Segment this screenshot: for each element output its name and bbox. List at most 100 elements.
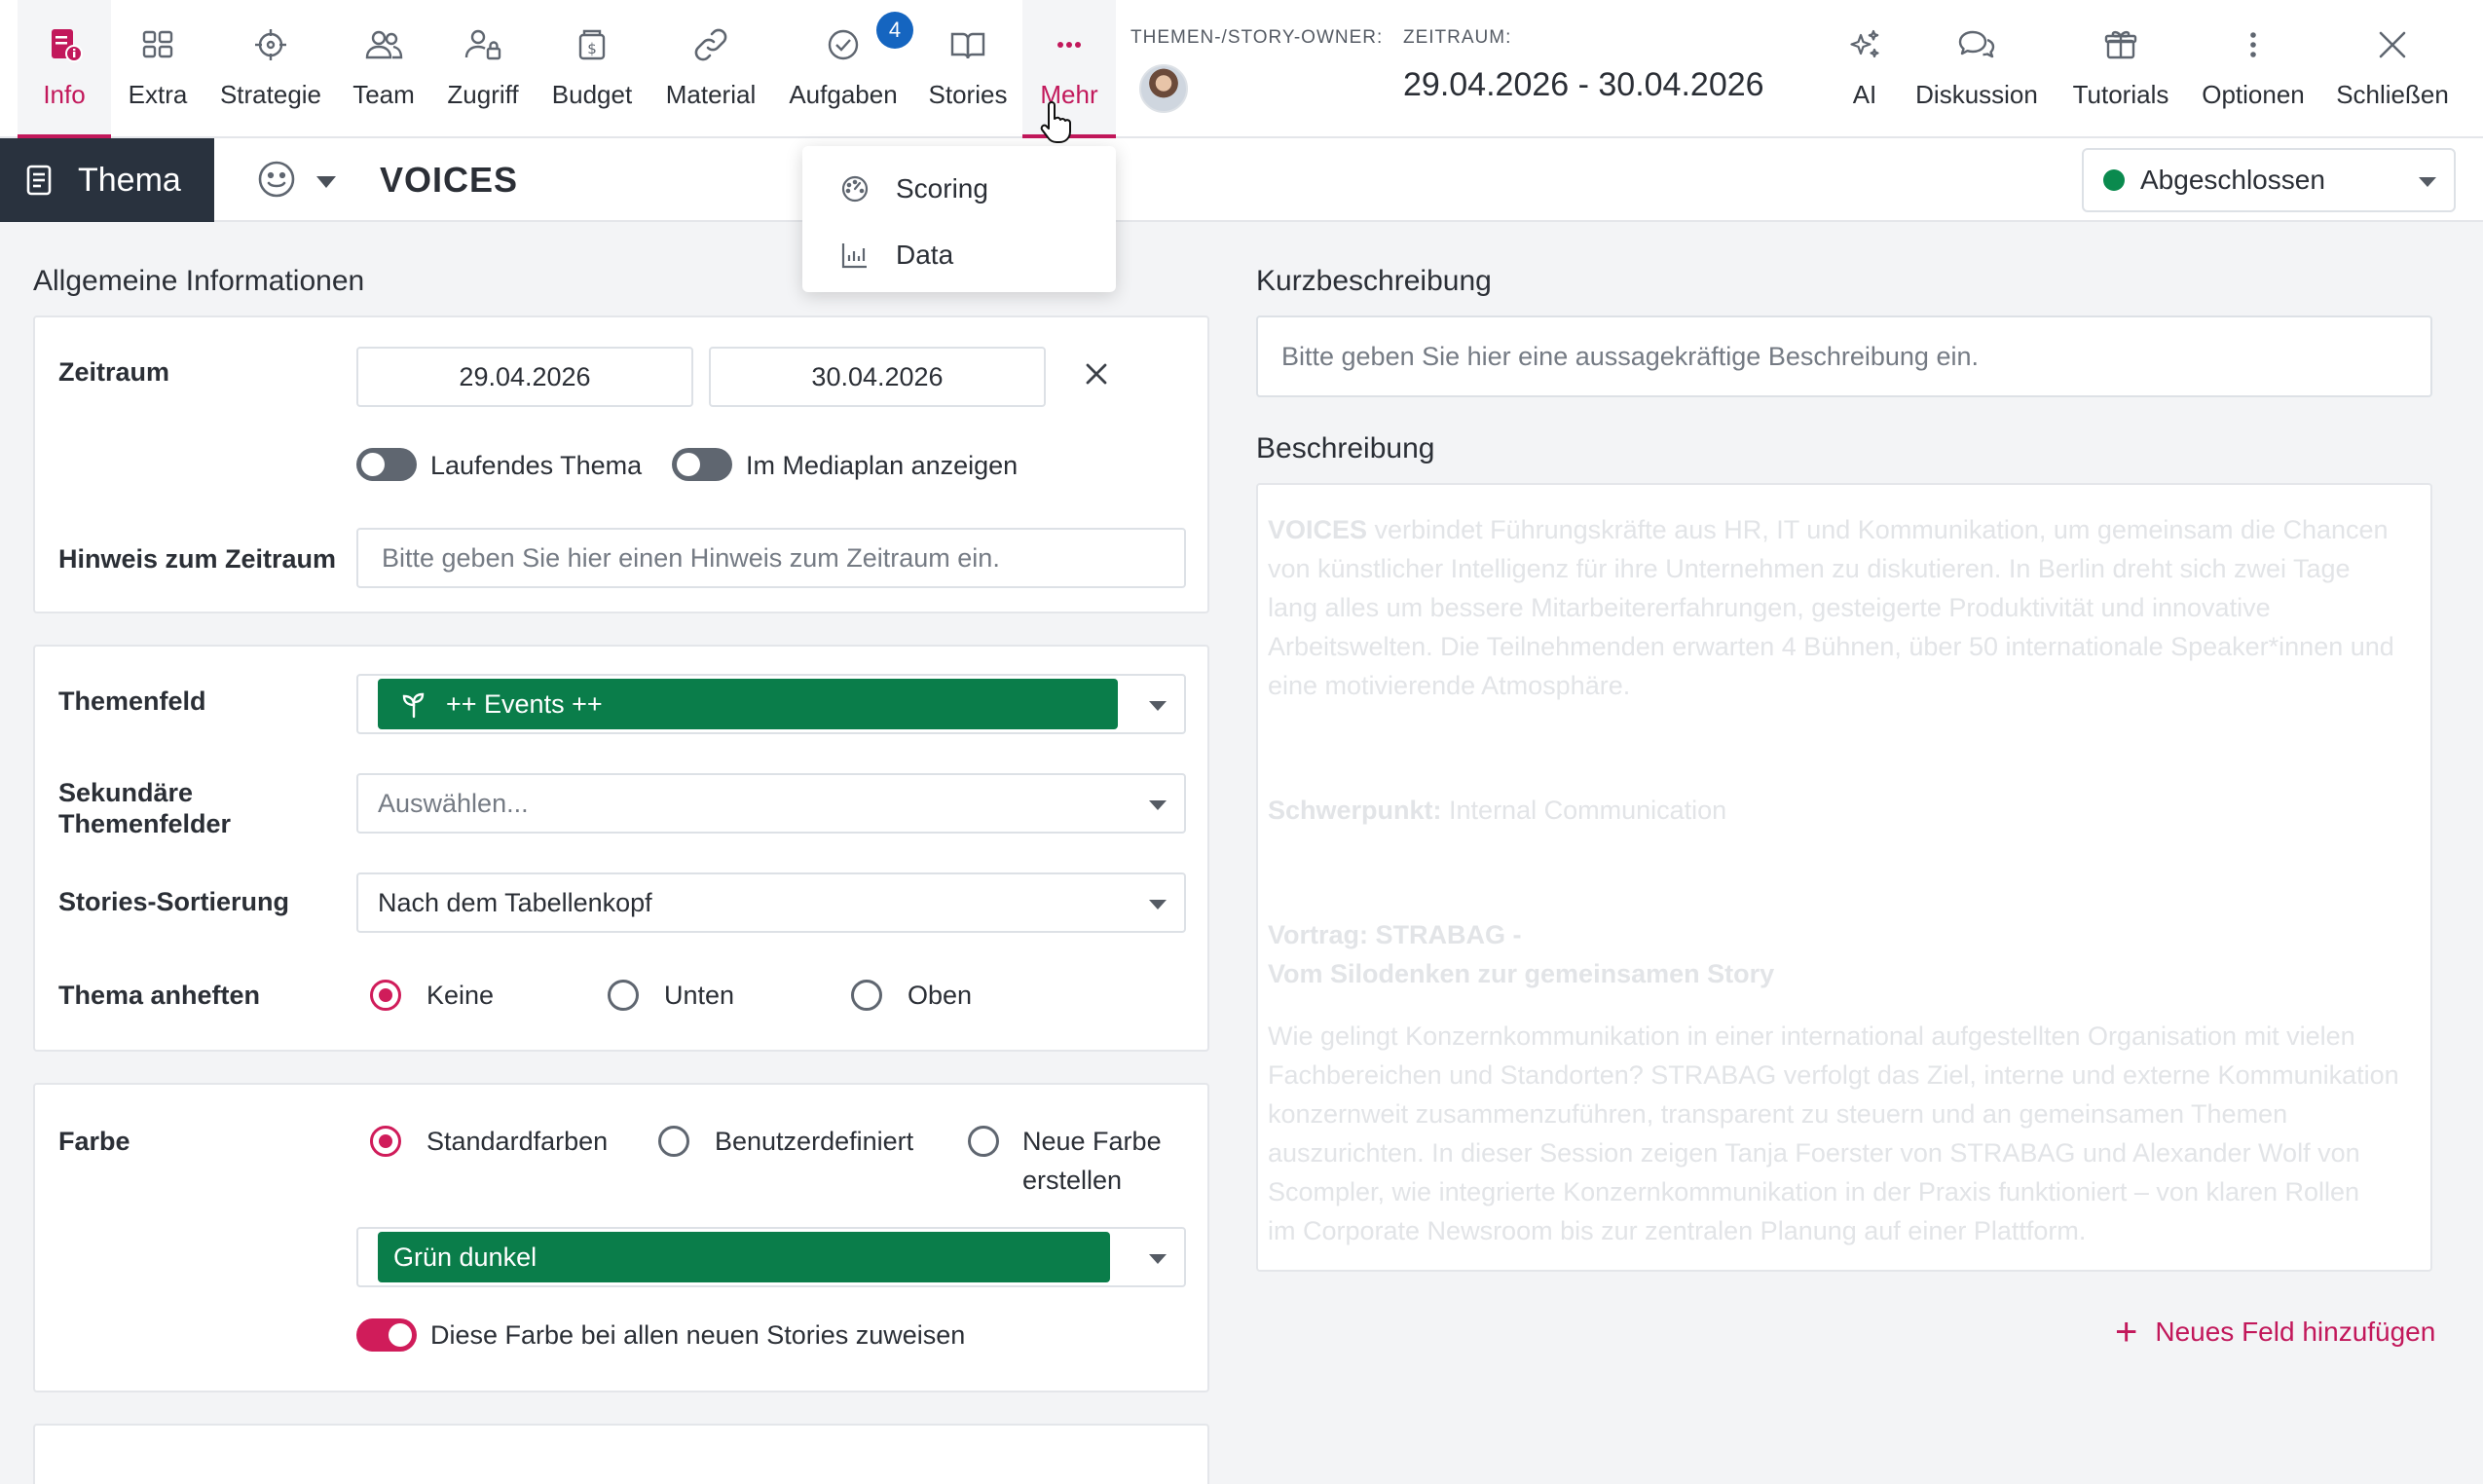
hint-input[interactable]: Bitte geben Sie hier einen Hinweis zum Z… (356, 528, 1186, 588)
hint-label: Hinweis zum Zeitraum (58, 544, 337, 574)
color-option-custom: Benutzerdefiniert (715, 1127, 914, 1156)
nav-team[interactable]: Team (341, 0, 426, 136)
dollar-box-icon: $ (571, 23, 613, 66)
pin-radio-oben[interactable] (851, 980, 882, 1011)
mehr-dropdown-menu: Scoring Data (802, 146, 1116, 292)
desc-paragraph-body: Wie gelingt Konzernkommunikation in eine… (1268, 1017, 2421, 1250)
more-horizontal-icon (1048, 23, 1091, 66)
nav-material[interactable]: Material (658, 0, 763, 136)
sparkle-icon (1843, 23, 1886, 66)
desc-talk-title-1: Vortrag: STRABAG - (1268, 920, 1522, 949)
description-title: Beschreibung (1256, 432, 1435, 464)
pin-option-unten: Unten (664, 981, 735, 1010)
period-value: 29.04.2026 - 30.04.2026 (1403, 66, 1764, 103)
nav-info-label: Info (43, 80, 86, 109)
color-label: Farbe (58, 1127, 130, 1156)
sorting-value: Nach dem Tabellenkopf (378, 887, 652, 917)
nav-schliessen[interactable]: Schließen (2331, 0, 2454, 136)
add-field-button[interactable]: + Neues Feld hinzufügen (2115, 1311, 2436, 1354)
check-circle-icon (822, 23, 865, 66)
nav-stories[interactable]: Stories (921, 0, 1015, 136)
desc-line: Scompler, wie integrierte Konzernkommuni… (1268, 1177, 2360, 1206)
pin-radio-unten[interactable] (608, 980, 639, 1011)
color-select[interactable]: Grün dunkel (356, 1227, 1186, 1287)
running-topic-toggle[interactable] (356, 448, 417, 481)
color-radio-standard[interactable] (370, 1126, 401, 1157)
assign-color-label: Diese Farbe bei allen neuen Stories zuwe… (430, 1320, 966, 1350)
desc-line: lang alles um bessere Mitarbeitererfahru… (1268, 593, 2271, 622)
secondary-fields-placeholder: Auswählen... (378, 788, 529, 818)
themenfeld-select[interactable]: ++ Events ++ (356, 674, 1186, 734)
menu-item-data[interactable]: Data (802, 222, 1116, 288)
color-chip: Grün dunkel (378, 1232, 1110, 1282)
grid-list-icon (136, 23, 179, 66)
plus-icon: + (2115, 1311, 2138, 1354)
pin-option-keine: Keine (426, 981, 495, 1010)
topic-title[interactable]: VOICES (380, 160, 518, 201)
hand-cursor-icon (1040, 101, 1071, 143)
nav-tutorials-label: Tutorials (2072, 80, 2169, 109)
desc-line: verbindet Führungskräfte aus HR, IT und … (1367, 515, 2389, 544)
menu-item-scoring[interactable]: Scoring (802, 156, 1116, 222)
color-option-new-line1: Neue Farbe (1022, 1127, 1162, 1156)
sorting-select[interactable]: Nach dem Tabellenkopf (356, 872, 1186, 933)
nav-aufgaben-label: Aufgaben (789, 80, 898, 109)
status-select[interactable]: Abgeschlossen (2082, 148, 2456, 212)
desc-focus-text: Internal Communication (1441, 796, 1727, 825)
color-option-new-line2: erstellen (1022, 1166, 1123, 1195)
themenfeld-chip: ++ Events ++ (378, 679, 1118, 729)
start-date-input[interactable]: 29.04.2026 (356, 347, 693, 407)
nav-strategie[interactable]: Strategie (212, 0, 329, 136)
document-icon (25, 164, 55, 197)
themenfeld-value: ++ Events ++ (446, 688, 603, 719)
nav-tutorials[interactable]: Tutorials (2064, 0, 2177, 136)
start-date-value: 29.04.2026 (459, 361, 591, 391)
nav-ai-label: AI (1852, 80, 1877, 109)
nav-optionen[interactable]: Optionen (2195, 0, 2312, 136)
desc-line: Fachbereichen und Standorten? STRABAG ve… (1268, 1060, 2399, 1090)
nav-budget[interactable]: $ Budget (545, 0, 639, 136)
nav-ai[interactable]: AI (1831, 0, 1899, 136)
nav-info[interactable]: Info (18, 0, 111, 138)
end-date-input[interactable]: 30.04.2026 (709, 347, 1046, 407)
chat-bubbles-icon (1955, 23, 1998, 66)
secondary-fields-label-line2: Themenfelder (58, 809, 232, 838)
description-editor[interactable]: VOICES verbindet Führungskräfte aus HR, … (1256, 483, 2432, 1272)
nav-extra[interactable]: Extra (115, 0, 201, 136)
general-info-title: Allgemeine Informationen (33, 265, 365, 297)
nav-schliessen-label: Schließen (2336, 80, 2449, 109)
desc-line: auszurichten. In dieser Session zeigen T… (1268, 1138, 2360, 1168)
zeitraum-label: Zeitraum (58, 357, 170, 387)
next-card-partial (33, 1424, 1209, 1484)
status-dot (2103, 169, 2125, 191)
nav-diskussion-label: Diskussion (1915, 80, 2038, 109)
nav-optionen-label: Optionen (2202, 80, 2305, 109)
clear-dates-icon[interactable] (1083, 360, 1110, 388)
pin-radio-keine[interactable] (370, 980, 401, 1011)
desc-line: von künstlicher Intelligenz für ihre Unt… (1268, 554, 2351, 583)
mediaplan-toggle[interactable] (672, 448, 732, 481)
color-radio-custom[interactable] (658, 1126, 689, 1157)
add-field-label: Neues Feld hinzufügen (2155, 1317, 2436, 1347)
nav-zugriff-label: Zugriff (447, 80, 519, 109)
close-icon (2371, 23, 2414, 66)
nav-material-label: Material (665, 80, 757, 109)
nav-stories-label: Stories (928, 80, 1008, 109)
nav-aufgaben[interactable]: Aufgaben 4 (783, 0, 913, 136)
owner-avatar[interactable] (1139, 64, 1188, 113)
nav-team-label: Team (352, 80, 415, 109)
user-lock-icon (462, 23, 504, 66)
desc-line: eine motivierende Atmosphäre. (1268, 671, 1631, 700)
nav-diskussion[interactable]: Diskussion (1909, 0, 2045, 136)
nav-zugriff[interactable]: Zugriff (436, 0, 530, 136)
color-radio-new[interactable] (968, 1126, 999, 1157)
thema-tab[interactable]: Thema (0, 138, 214, 222)
short-description-input[interactable]: Bitte geben Sie hier eine aussagekräftig… (1256, 315, 2432, 397)
end-date-value: 30.04.2026 (811, 361, 944, 391)
chevron-down-icon (1149, 1254, 1167, 1264)
desc-line: Wie gelingt Konzernkommunikation in eine… (1268, 1021, 2355, 1051)
secondary-fields-select[interactable]: Auswählen... (356, 773, 1186, 834)
assign-color-toggle[interactable] (356, 1318, 417, 1352)
emoji-picker-button[interactable] (255, 158, 337, 205)
period-card: Zeitraum 29.04.2026 30.04.2026 Laufendes… (33, 315, 1209, 613)
